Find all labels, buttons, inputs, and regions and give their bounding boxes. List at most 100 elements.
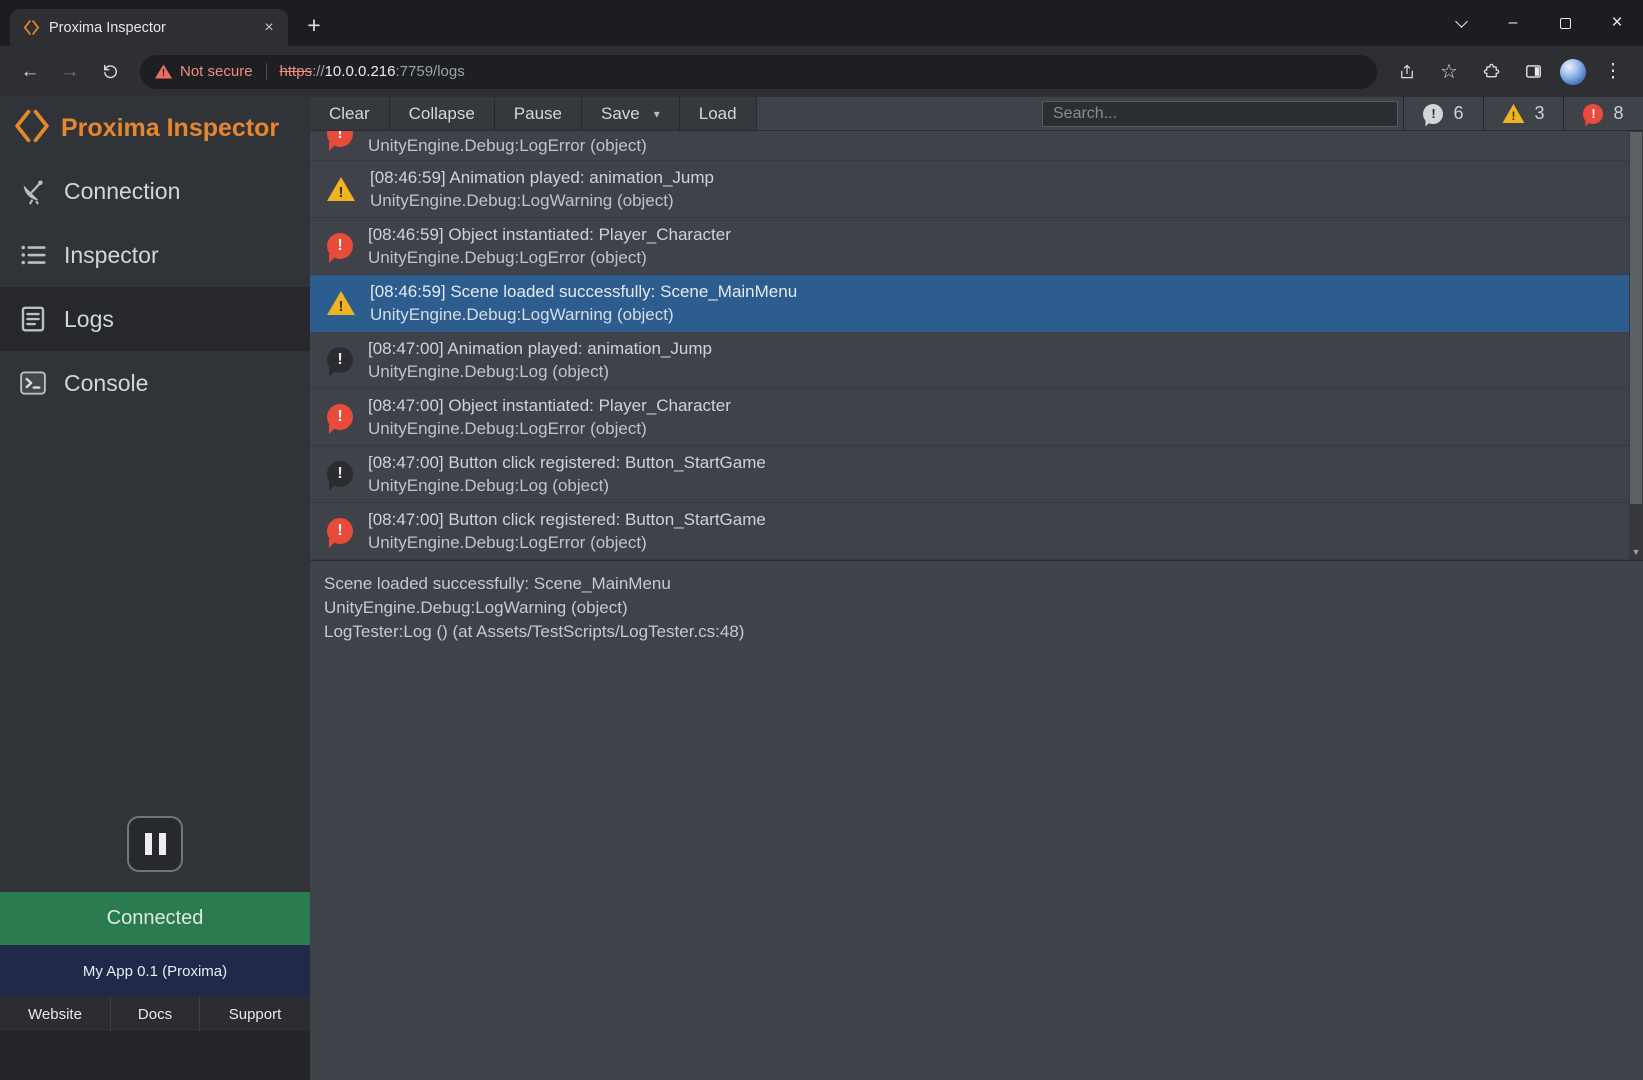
- window-maximize-icon[interactable]: [1539, 0, 1591, 46]
- window-controls: – ×: [1435, 0, 1643, 46]
- log-row-selected[interactable]: [08:46:59] Scene loaded successfully: Sc…: [310, 275, 1629, 332]
- side-panel-icon[interactable]: [1515, 54, 1551, 90]
- back-icon[interactable]: ←: [12, 54, 48, 90]
- proxima-logo-icon: [13, 107, 51, 150]
- browser-navbar: ← → Not secure https://10.0.0.216:7759/l…: [0, 46, 1643, 97]
- info-icon: [327, 347, 353, 373]
- sidebar-item-logs[interactable]: Logs: [0, 287, 310, 351]
- logs-toolbar: Clear Collapse Pause Save▾ Load 6 3 8: [310, 97, 1643, 131]
- sidebar-spacer: [0, 415, 310, 816]
- tab-close-icon[interactable]: ×: [258, 17, 280, 39]
- warning-icon: [327, 291, 355, 315]
- save-dropdown-caret-icon[interactable]: ▾: [654, 107, 660, 121]
- sidebar: Proxima Inspector Connection: [0, 97, 310, 1080]
- detail-source: UnityEngine.Debug:LogWarning (object): [324, 596, 1629, 620]
- window-minimize-icon[interactable]: –: [1487, 0, 1539, 46]
- sidebar-bottom-strip: [0, 1031, 310, 1080]
- log-message: [08:47:00] Object instantiated: Player_C…: [368, 394, 731, 417]
- error-count-filter[interactable]: 8: [1563, 97, 1643, 130]
- info-icon: [327, 461, 353, 487]
- log-message: [08:47:00] Animation played: animation_J…: [368, 337, 712, 360]
- connected-app-label: My App 0.1 (Proxima): [0, 945, 310, 997]
- collapse-button[interactable]: Collapse: [390, 97, 495, 130]
- share-icon[interactable]: [1389, 54, 1425, 90]
- log-row[interactable]: [08:46:59] Object instantiated: Player_C…: [310, 218, 1629, 275]
- address-bar[interactable]: Not secure https://10.0.0.216:7759/logs: [140, 55, 1377, 89]
- pause-logs-button[interactable]: Pause: [495, 97, 582, 130]
- browser-tab[interactable]: Proxima Inspector ×: [10, 9, 288, 46]
- url-separator: ://: [312, 63, 325, 80]
- save-button[interactable]: Save▾: [582, 97, 680, 130]
- load-button[interactable]: Load: [680, 97, 757, 130]
- sidebar-item-connection[interactable]: Connection: [0, 159, 310, 223]
- browser-menu-icon[interactable]: ⋮: [1595, 54, 1631, 90]
- log-row[interactable]: [08:46:59] Animation played: animation_J…: [310, 161, 1629, 218]
- error-icon: [327, 131, 353, 147]
- error-count: 8: [1613, 103, 1623, 124]
- sidebar-item-inspector[interactable]: Inspector: [0, 223, 310, 287]
- url-path: :7759/logs: [396, 63, 465, 80]
- terminal-icon: [16, 367, 49, 400]
- log-count-filter[interactable]: 6: [1403, 97, 1483, 130]
- sidebar-footer: Website Docs Support: [0, 997, 310, 1031]
- log-row[interactable]: [08:47:00] Button click registered: Butt…: [310, 446, 1629, 503]
- pause-connection-button[interactable]: [127, 816, 183, 872]
- scroll-down-arrow-icon[interactable]: ▼: [1629, 545, 1643, 559]
- footer-link-docs[interactable]: Docs: [111, 997, 200, 1031]
- sidebar-item-label: Connection: [64, 178, 180, 205]
- error-icon: [327, 518, 353, 544]
- log-source: UnityEngine.Debug:LogWarning (object): [370, 303, 797, 326]
- log-source: UnityEngine.Debug:LogError (object): [368, 134, 647, 157]
- log-row[interactable]: UnityEngine.Debug:LogError (object): [310, 131, 1629, 161]
- profile-avatar[interactable]: [1560, 59, 1586, 85]
- log-source: UnityEngine.Debug:LogError (object): [368, 531, 766, 554]
- forward-icon[interactable]: →: [52, 54, 88, 90]
- log-scrollbar[interactable]: ▼: [1629, 131, 1643, 560]
- log-message: [08:47:00] Button click registered: Butt…: [368, 451, 766, 474]
- log-source: UnityEngine.Debug:LogError (object): [368, 246, 731, 269]
- logs-page: Clear Collapse Pause Save▾ Load 6 3 8: [310, 97, 1643, 1080]
- error-level-icon: [1583, 104, 1603, 124]
- browser-titlebar: Proxima Inspector × + – ×: [0, 0, 1643, 46]
- satellite-dish-icon: [16, 175, 49, 208]
- log-row[interactable]: [08:47:00] Animation played: animation_J…: [310, 332, 1629, 389]
- clear-button[interactable]: Clear: [310, 97, 390, 130]
- new-tab-button[interactable]: +: [300, 11, 328, 39]
- log-row[interactable]: [08:47:00] Button click registered: Butt…: [310, 503, 1629, 560]
- pause-icon: [145, 833, 152, 855]
- log-message: [08:46:59] Animation played: animation_J…: [370, 166, 714, 189]
- footer-link-website[interactable]: Website: [0, 997, 111, 1031]
- navbar-actions: ☆ ⋮: [1387, 54, 1633, 90]
- document-lines-icon: [16, 303, 49, 336]
- scrollbar-thumb[interactable]: [1630, 132, 1642, 504]
- log-message: [08:47:00] Button click registered: Butt…: [368, 508, 766, 531]
- log-message: [08:46:59] Object instantiated: Player_C…: [368, 223, 731, 246]
- not-secure-label: Not secure: [180, 63, 253, 80]
- bookmark-star-icon[interactable]: ☆: [1431, 54, 1467, 90]
- tab-title: Proxima Inspector: [49, 20, 249, 36]
- url-text: https://10.0.0.216:7759/logs: [280, 63, 465, 80]
- log-level-icon: [1423, 104, 1443, 124]
- log-count: 6: [1453, 103, 1463, 124]
- tab-search-chevron-icon[interactable]: [1435, 0, 1487, 46]
- detail-message: Scene loaded successfully: Scene_MainMen…: [324, 572, 1629, 596]
- log-source: UnityEngine.Debug:LogWarning (object): [370, 189, 714, 212]
- toolbar-spacer: [757, 97, 1042, 130]
- search-input[interactable]: [1042, 101, 1398, 127]
- window-close-icon[interactable]: ×: [1591, 0, 1643, 46]
- error-icon: [327, 233, 353, 259]
- error-icon: [327, 404, 353, 430]
- warning-count-filter[interactable]: 3: [1483, 97, 1563, 130]
- list-icon: [16, 239, 49, 272]
- app-title: Proxima Inspector: [61, 114, 279, 143]
- app-root: Proxima Inspector Connection: [0, 97, 1643, 1080]
- log-row[interactable]: [08:47:00] Object instantiated: Player_C…: [310, 389, 1629, 446]
- reload-icon[interactable]: [92, 54, 128, 90]
- sidebar-item-label: Logs: [64, 306, 114, 333]
- footer-link-support[interactable]: Support: [200, 997, 310, 1031]
- log-source: UnityEngine.Debug:LogError (object): [368, 417, 731, 440]
- proxima-favicon-icon: [23, 19, 40, 36]
- extensions-icon[interactable]: [1473, 54, 1509, 90]
- url-host: 10.0.0.216: [325, 63, 396, 80]
- sidebar-item-console[interactable]: Console: [0, 351, 310, 415]
